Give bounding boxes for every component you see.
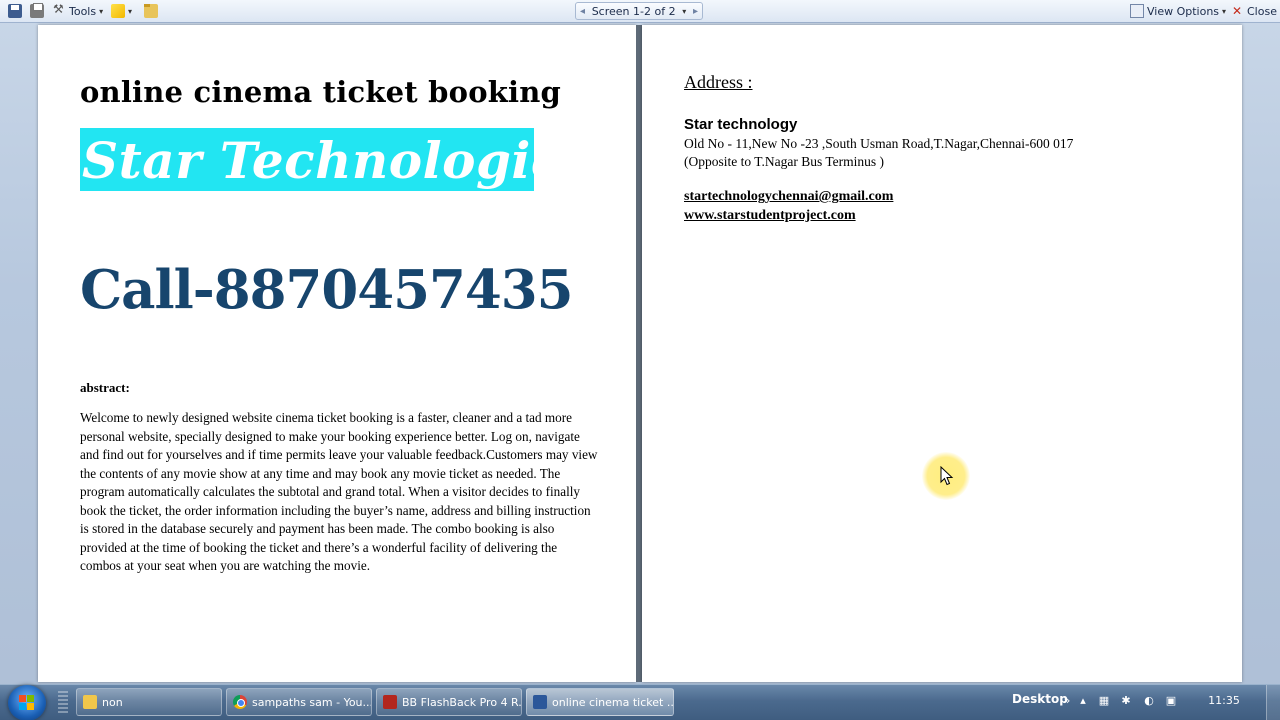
address-heading: Address : — [684, 72, 753, 92]
company-name: Star technology — [684, 116, 798, 133]
folder-icon — [144, 4, 158, 18]
print-icon — [30, 3, 44, 18]
chevron-down-icon: ▾ — [128, 6, 133, 16]
folder-icon — [83, 695, 97, 709]
taskbar-item-chrome[interactable]: sampaths sam - You... — [226, 688, 372, 716]
reading-toolbar: Tools ▾ ▾ ◂ Screen 1-2 of 2 ▾ ▸ View Opt… — [0, 0, 1280, 23]
flashback-icon — [383, 695, 397, 709]
chevron-down-icon: ▾ — [1222, 6, 1227, 16]
document-title: online cinema ticket booking — [80, 75, 562, 109]
brand-banner: Star Technologies — [80, 128, 591, 191]
taskbar-item-word[interactable]: online cinema ticket ... — [526, 688, 674, 716]
system-clock[interactable]: 11:35 — [1198, 694, 1250, 707]
tools-icon — [52, 2, 66, 18]
next-screen-arrow-icon[interactable]: ▸ — [693, 6, 698, 17]
previous-screen-arrow-icon[interactable]: ◂ — [580, 6, 585, 17]
task-label: online cinema ticket ... — [552, 695, 674, 709]
word-icon — [533, 695, 547, 709]
address-landmark: (Opposite to T.Nagar Bus Terminus ) — [684, 154, 885, 169]
volume-muted-icon[interactable]: ◐ — [1142, 694, 1156, 708]
comment-button[interactable] — [144, 3, 158, 19]
task-label: BB FlashBack Pro 4 R... — [402, 695, 522, 709]
website-link[interactable]: www.starstudentproject.com — [684, 208, 856, 224]
windows-logo-icon — [19, 695, 35, 711]
view-options-icon — [1130, 4, 1144, 18]
chevron-down-icon[interactable]: ▾ — [682, 7, 686, 16]
print-button[interactable] — [30, 3, 44, 19]
abstract-paragraph: Welcome to newly designed website cinema… — [80, 410, 598, 573]
taskbar-item-flashback[interactable]: BB FlashBack Pro 4 R... — [376, 688, 522, 716]
email-link[interactable]: startechnologychennai@gmail.com — [684, 189, 893, 205]
tools-label: Tools — [69, 4, 97, 18]
action-center-icon[interactable]: ▣ — [1164, 694, 1178, 708]
view-options-button[interactable]: View Options ▾ — [1130, 3, 1226, 19]
chevron-down-icon: ▾ — [99, 6, 104, 16]
taskbar-grip[interactable] — [58, 691, 68, 715]
highlight-button[interactable]: ▾ — [111, 3, 132, 19]
close-icon: ✕ — [1231, 4, 1243, 18]
bluetooth-icon[interactable]: ✱ — [1119, 694, 1133, 708]
document-page-right[interactable]: Address : Star technology Old No - 11,Ne… — [642, 25, 1242, 682]
screen-navigator: ◂ Screen 1-2 of 2 ▾ ▸ — [575, 2, 703, 20]
brand-name: Star Technologies — [82, 131, 592, 190]
show-desktop-button[interactable] — [1266, 685, 1280, 720]
save-icon — [8, 4, 22, 18]
call-number: Call-8870457435 — [80, 259, 574, 321]
view-options-label: View Options — [1147, 4, 1220, 18]
screen-indicator[interactable]: Screen 1-2 of 2 — [592, 5, 676, 18]
network-icon[interactable]: ▦ — [1097, 694, 1111, 708]
save-button[interactable] — [8, 3, 22, 19]
address-line: Old No - 11,New No -23 ,South Usman Road… — [684, 136, 1074, 151]
mouse-pointer-icon — [940, 466, 954, 486]
abstract-heading: abstract: — [80, 380, 130, 395]
task-label: non — [102, 695, 123, 709]
taskbar: non sampaths sam - You... BB FlashBack P… — [0, 684, 1280, 720]
highlighter-icon — [111, 4, 125, 18]
close-button[interactable]: ✕ Close — [1230, 3, 1277, 19]
tray-overflow-icon[interactable]: ▴ — [1076, 694, 1090, 708]
toolbar-expand-icon[interactable]: » — [1060, 694, 1074, 708]
document-page-left[interactable]: online cinema ticket booking Star Techno… — [38, 25, 636, 682]
close-label: Close — [1247, 4, 1277, 18]
taskbar-item-folder[interactable]: non — [76, 688, 222, 716]
start-button[interactable] — [8, 685, 46, 720]
task-label: sampaths sam - You... — [252, 695, 372, 709]
chrome-icon — [233, 695, 247, 709]
tools-menu-button[interactable]: Tools ▾ — [52, 2, 104, 19]
